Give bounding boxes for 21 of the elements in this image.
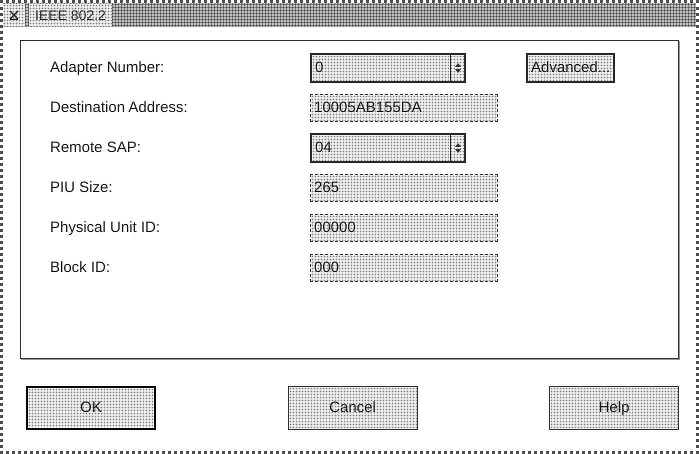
text-field[interactable]: 00000	[310, 214, 498, 242]
menu-icon	[9, 10, 19, 20]
dialog-button[interactable]: Help	[549, 386, 679, 430]
dropdown-field[interactable]: 0	[310, 53, 466, 83]
spin-arrows-icon	[454, 142, 462, 154]
field-label: Block ID:	[50, 258, 112, 278]
spin-arrows-icon	[454, 62, 462, 74]
dialog-button[interactable]: OK	[26, 386, 156, 430]
field-label: Remote SAP:	[50, 138, 142, 158]
window-title: IEEE 802.2	[29, 4, 112, 26]
system-menu-button[interactable]	[3, 4, 25, 26]
text-field[interactable]: 10005AB155DA	[310, 94, 498, 122]
field-label: Physical Unit ID:	[50, 218, 162, 238]
advanced-button[interactable]: Advanced...	[526, 53, 616, 83]
text-field[interactable]: 000	[310, 254, 498, 282]
field-label: Adapter Number:	[50, 58, 166, 78]
dialog-button[interactable]: Cancel	[288, 386, 418, 430]
field-label: Destination Address:	[50, 98, 189, 118]
text-field[interactable]: 265	[310, 174, 498, 202]
field-label: PIU Size:	[50, 178, 114, 198]
dropdown-field[interactable]: 04	[310, 133, 466, 163]
